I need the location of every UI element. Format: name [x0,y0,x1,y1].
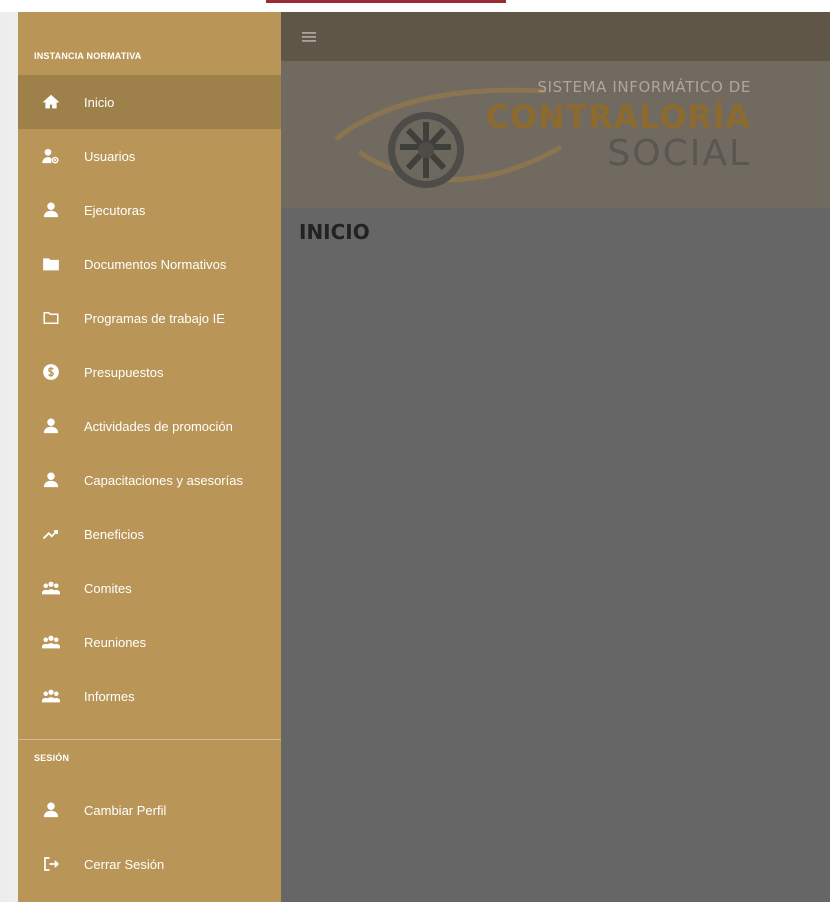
user-icon [18,783,84,837]
sidebar-item-label: Programas de trabajo IE [84,310,225,326]
sidebar-item-cerrar-sesion[interactable]: Cerrar Sesión [18,837,281,891]
sidebar-item-label: Presupuestos [84,364,164,380]
trend-icon [18,507,84,561]
sidebar-item-label: Documentos Normativos [84,256,227,272]
sidebar-item-label: Comites [84,580,132,596]
sidebar-item-inicio[interactable]: Inicio [18,75,281,129]
logout-icon [18,837,84,891]
top-accent-line [266,0,506,3]
logo-line-1: SISTEMA INFORMÁTICO DE [537,78,751,96]
sidebar: INSTANCIA NORMATIVA Inicio Usuarios Ejec… [18,12,281,902]
page-title: INICIO [299,220,370,244]
sidebar-item-documentos-normativos[interactable]: Documentos Normativos [18,237,281,291]
sidebar-item-reuniones[interactable]: Reuniones [18,615,281,669]
sidebar-item-beneficios[interactable]: Beneficios [18,507,281,561]
folder-icon [18,237,84,291]
app-frame: INSTANCIA NORMATIVA Inicio Usuarios Ejec… [18,12,830,902]
sidebar-item-ejecutoras[interactable]: Ejecutoras [18,183,281,237]
sidebar-section-title: INSTANCIA NORMATIVA [34,51,142,61]
top-bar [281,12,830,61]
hamburger-icon [302,32,316,42]
sidebar-item-label: Cambiar Perfil [84,802,167,818]
sidebar-item-label: Actividades de promoción [84,418,233,434]
logo-line-2: CONTRALORÍA [485,98,751,136]
user-icon [18,399,84,453]
user-gear-icon [18,129,84,183]
sidebar-item-label: Ejecutoras [84,202,146,218]
dollar-icon [18,345,84,399]
user-icon [18,453,84,507]
sidebar-item-label: Reuniones [84,634,147,650]
group-icon [18,561,84,615]
sidebar-item-capacitaciones-y-asesorias[interactable]: Capacitaciones y asesorías [18,453,281,507]
sidebar-item-programas-de-trabajo[interactable]: Programas de trabajo IE [18,291,281,345]
folder-outline-icon [18,291,84,345]
sidebar-item-label: Beneficios [84,526,144,542]
logo-line-3: SOCIAL [607,133,751,174]
sidebar-item-label: Capacitaciones y asesorías [84,472,243,488]
sidebar-item-actividades-de-promocion[interactable]: Actividades de promoción [18,399,281,453]
sidebar-item-label: Inicio [84,94,115,110]
sidebar-divider [18,739,281,740]
header-banner: SISTEMA INFORMÁTICO DE CONTRALORÍA SOCIA… [281,61,830,208]
sidebar-item-informes[interactable]: Informes [18,669,281,723]
sidebar-item-label: Cerrar Sesión [84,856,165,872]
sidebar-item-usuarios[interactable]: Usuarios [18,129,281,183]
menu-toggle-button[interactable] [299,27,319,47]
sidebar-section-title: SESIÓN [34,753,70,763]
sidebar-item-cambiar-perfil[interactable]: Cambiar Perfil [18,783,281,837]
page: INSTANCIA NORMATIVA Inicio Usuarios Ejec… [0,0,830,902]
home-icon [18,75,84,129]
sidebar-item-presupuestos[interactable]: Presupuestos [18,345,281,399]
sidebar-item-comites[interactable]: Comites [18,561,281,615]
user-icon [18,183,84,237]
group-icon [18,669,84,723]
sidebar-item-label: Informes [84,688,135,704]
group-icon [18,615,84,669]
sidebar-item-label: Usuarios [84,148,136,164]
